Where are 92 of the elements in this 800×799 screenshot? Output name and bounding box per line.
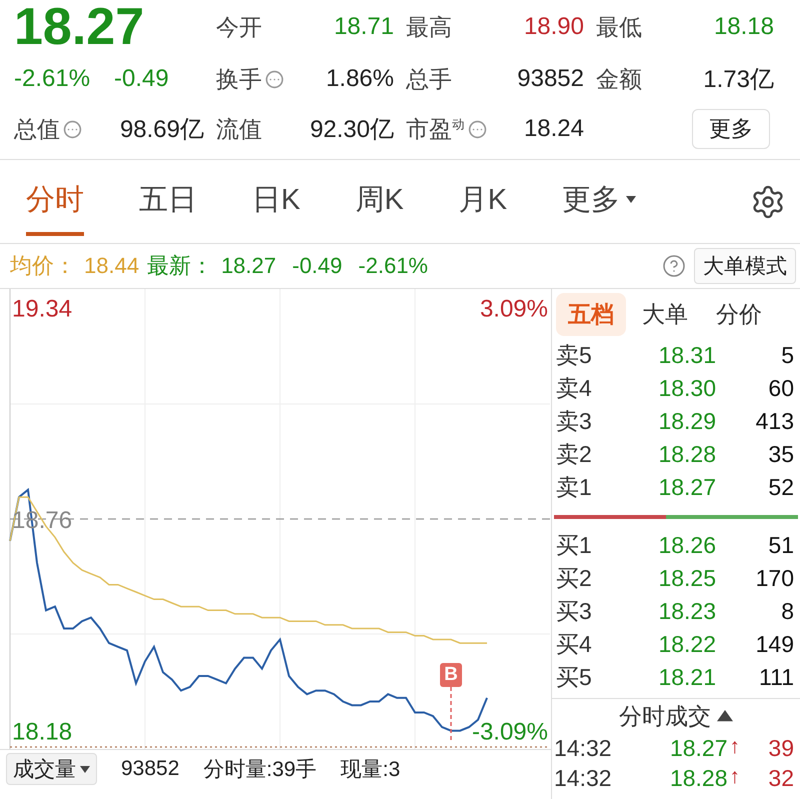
level-label: 卖3 xyxy=(556,407,593,436)
change-amount: -0.49 xyxy=(114,65,169,93)
trade-price: 18.27 xyxy=(670,734,728,762)
chart-tab[interactable]: 五日 xyxy=(139,168,197,236)
level-price: 18.23 xyxy=(658,598,717,625)
caret-icon xyxy=(80,766,90,772)
stat-value: 93852 xyxy=(517,65,584,93)
change-percent: -2.61% xyxy=(14,65,90,93)
latest-price: 18.27 xyxy=(221,253,276,279)
level-price: 18.28 xyxy=(658,441,717,468)
percent-label: -3.09% xyxy=(472,718,548,746)
stat-value: 18.90 xyxy=(524,13,584,41)
level-label: 买1 xyxy=(556,531,593,560)
stat-value: 18.24 xyxy=(524,115,584,143)
level-price: 18.29 xyxy=(658,408,717,435)
level-label: 卖2 xyxy=(556,440,593,469)
level-volume: 111 xyxy=(759,664,794,691)
level-volume: 8 xyxy=(781,598,794,625)
level-price: 18.31 xyxy=(658,342,717,369)
trade-volume: 39 xyxy=(768,734,794,762)
buy-marker: B xyxy=(440,663,462,687)
level-volume: 52 xyxy=(768,474,794,501)
chart-tab[interactable]: 周K xyxy=(355,168,404,236)
chart-tab[interactable]: 日K xyxy=(252,168,300,236)
stat-value: 98.69亿 xyxy=(120,115,204,145)
volume-value: 93852 xyxy=(121,757,180,781)
minute-volume: 分时量:39手 xyxy=(203,757,317,783)
stat-value: 92.30亿 xyxy=(310,115,394,145)
level-label: 卖1 xyxy=(556,473,593,502)
help-icon[interactable] xyxy=(662,254,686,278)
order-book-tab[interactable]: 分价 xyxy=(704,292,774,336)
level-price: 18.21 xyxy=(658,664,717,691)
stat-label: 今开 xyxy=(216,12,262,42)
trade-volume: 32 xyxy=(768,764,794,792)
stat-label: 金额 xyxy=(596,64,642,94)
latest-label: 最新： xyxy=(147,252,214,280)
current-price: 18.27 xyxy=(14,1,146,53)
caret-icon xyxy=(717,710,733,722)
stat-label: 最低 xyxy=(596,12,642,42)
current-volume: 现量:3 xyxy=(340,757,400,783)
level-volume: 5 xyxy=(781,342,794,369)
level-label: 卖5 xyxy=(556,341,593,370)
level-label: 买5 xyxy=(556,663,593,692)
level-price: 18.30 xyxy=(658,375,717,402)
stat-label: 市盈$^{动}$ xyxy=(406,114,465,144)
stat-value: 18.71 xyxy=(334,13,394,41)
order-book-tab[interactable]: 大单 xyxy=(630,292,700,336)
volume-dropdown[interactable]: 成交量 xyxy=(6,753,97,785)
level-label: 买2 xyxy=(556,564,593,593)
leader-line xyxy=(450,687,452,743)
level-price: 18.27 xyxy=(658,474,717,501)
chart-tab[interactable]: 月K xyxy=(458,168,508,236)
info-icon[interactable] xyxy=(468,120,487,138)
level-price: 18.25 xyxy=(658,565,717,592)
trade-time: 14:32 xyxy=(554,764,613,792)
level-label: 卖4 xyxy=(556,374,593,403)
axis-label: 19.34 xyxy=(12,295,72,322)
level-volume: 149 xyxy=(756,631,794,658)
latest-change: -0.49 xyxy=(292,253,342,279)
stat-value: 18.18 xyxy=(714,13,774,41)
stat-value: 1.86% xyxy=(326,65,394,93)
percent-label: 3.09% xyxy=(480,295,548,322)
level-price: 18.26 xyxy=(658,532,717,559)
stat-label: 总值 xyxy=(14,114,60,144)
stat-label: 总手 xyxy=(406,64,452,94)
trade-price: 18.28 xyxy=(670,764,728,792)
level-volume: 60 xyxy=(768,375,794,402)
level-label: 买4 xyxy=(556,630,593,659)
level-price: 18.22 xyxy=(658,631,717,658)
level-label: 买3 xyxy=(556,597,593,626)
trade-time: 14:32 xyxy=(554,734,613,762)
average-price: 18.44 xyxy=(84,253,140,279)
info-icon[interactable] xyxy=(265,70,284,88)
chart-tab[interactable]: 分时 xyxy=(26,168,84,236)
level-volume: 35 xyxy=(768,441,794,468)
stat-label: 换手 xyxy=(216,64,262,94)
chart-tab[interactable]: 更多 xyxy=(562,168,636,236)
stat-value: 1.73亿 xyxy=(703,65,774,95)
trades-title: 分时成交 xyxy=(619,702,711,730)
mode-button[interactable]: 大单模式 xyxy=(694,248,796,284)
level-volume: 413 xyxy=(756,408,794,435)
level-volume: 170 xyxy=(756,565,794,592)
stat-label: 流值 xyxy=(216,114,262,144)
level-volume: 51 xyxy=(768,532,794,559)
more-button[interactable]: 更多 xyxy=(692,109,770,149)
latest-change-percent: -2.61% xyxy=(358,253,428,279)
average-price-label: 均价： xyxy=(10,252,76,280)
axis-label: 18.18 xyxy=(12,718,72,746)
up-arrow: ↑ xyxy=(730,764,740,790)
up-arrow: ↑ xyxy=(730,734,740,760)
stat-label: 最高 xyxy=(406,12,452,42)
info-icon[interactable] xyxy=(63,120,82,138)
